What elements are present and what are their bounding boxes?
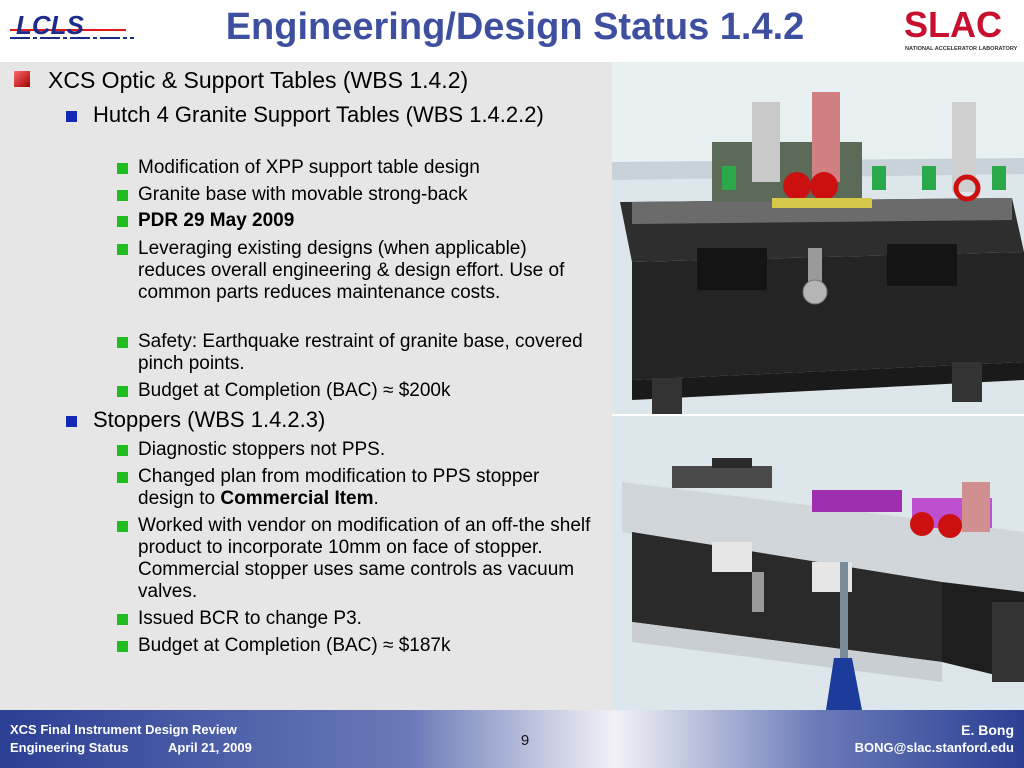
section-granite-support-tables: Hutch 4 Granite Support Tables (WBS 1.4.…: [93, 102, 544, 127]
changed-plan-period: .: [373, 488, 379, 509]
green-square-bullet-icon: [117, 190, 128, 201]
green-square-bullet-icon: [117, 445, 128, 456]
cad-renderings: [612, 62, 1024, 710]
blue-square-bullet-icon: [66, 111, 77, 122]
footer-author: E. Bong: [961, 722, 1014, 738]
commercial-item-text: Commercial Item: [220, 488, 374, 509]
green-square-bullet-icon: [117, 386, 128, 397]
lcls-logo: LCLS: [10, 10, 134, 40]
section-stoppers: Stoppers (WBS 1.4.2.3): [93, 407, 326, 432]
item-bac-187k: Budget at Completion (BAC) ≈ $187k: [138, 635, 451, 656]
green-square-bullet-icon: [117, 472, 128, 483]
item-issued-bcr: Issued BCR to change P3.: [138, 608, 362, 629]
green-square-bullet-icon: [117, 244, 128, 255]
support-table-rendering: [612, 62, 1024, 414]
green-square-bullet-icon: [117, 337, 128, 348]
slide-header: LCLS Engineering/Design Status 1.4.2 SLA…: [0, 0, 1024, 62]
slide-title: Engineering/Design Status 1.4.2: [225, 6, 805, 48]
green-square-bullet-icon: [117, 614, 128, 625]
page-number: 9: [520, 732, 530, 749]
footer-email: BONG@slac.stanford.edu: [854, 740, 1014, 755]
slide-footer: XCS Final Instrument Design Review Engin…: [0, 710, 1024, 768]
blue-square-bullet-icon: [66, 416, 77, 427]
cad-renderings-panel: [612, 62, 1024, 710]
green-square-bullet-icon: [117, 216, 128, 227]
lcls-logo-text: LCLS: [16, 10, 85, 40]
item-granite-base: Granite base with movable strong-back: [138, 184, 468, 205]
item-modification-xpp: Modification of XPP support table design: [138, 157, 480, 178]
slac-logo-subtext: NATIONAL ACCELERATOR LABORATORY: [905, 46, 1018, 52]
heading-xcs-optic-support-tables: XCS Optic & Support Tables (WBS 1.4.2): [48, 67, 469, 93]
footer-review-title: XCS Final Instrument Design Review: [10, 722, 237, 737]
footer-date: April 21, 2009: [168, 740, 252, 755]
item-bac-200k: Budget at Completion (BAC) ≈ $200k: [138, 380, 451, 401]
slac-logo: SLAC NATIONAL ACCELERATOR LABORATORY: [904, 4, 1018, 52]
item-changed-plan: Changed plan from modification to PPS st…: [138, 466, 568, 510]
red-square-bullet-icon: [14, 71, 30, 87]
green-square-bullet-icon: [117, 521, 128, 532]
item-worked-with-vendor: Worked with vendor on modification of an…: [138, 515, 591, 602]
stopper-rendering: [612, 416, 1024, 710]
slac-logo-text: SLAC: [904, 4, 1002, 45]
green-square-bullet-icon: [117, 641, 128, 652]
green-square-bullet-icon: [117, 163, 128, 174]
item-leveraging-designs: Leveraging existing designs (when applic…: [138, 238, 565, 303]
item-pdr-date: PDR 29 May 2009: [138, 210, 295, 231]
footer-engineering-status: Engineering Status: [10, 740, 129, 755]
item-safety: Safety: Earthquake restraint of granite …: [138, 331, 583, 374]
item-diagnostic-stoppers: Diagnostic stoppers not PPS.: [138, 439, 386, 460]
